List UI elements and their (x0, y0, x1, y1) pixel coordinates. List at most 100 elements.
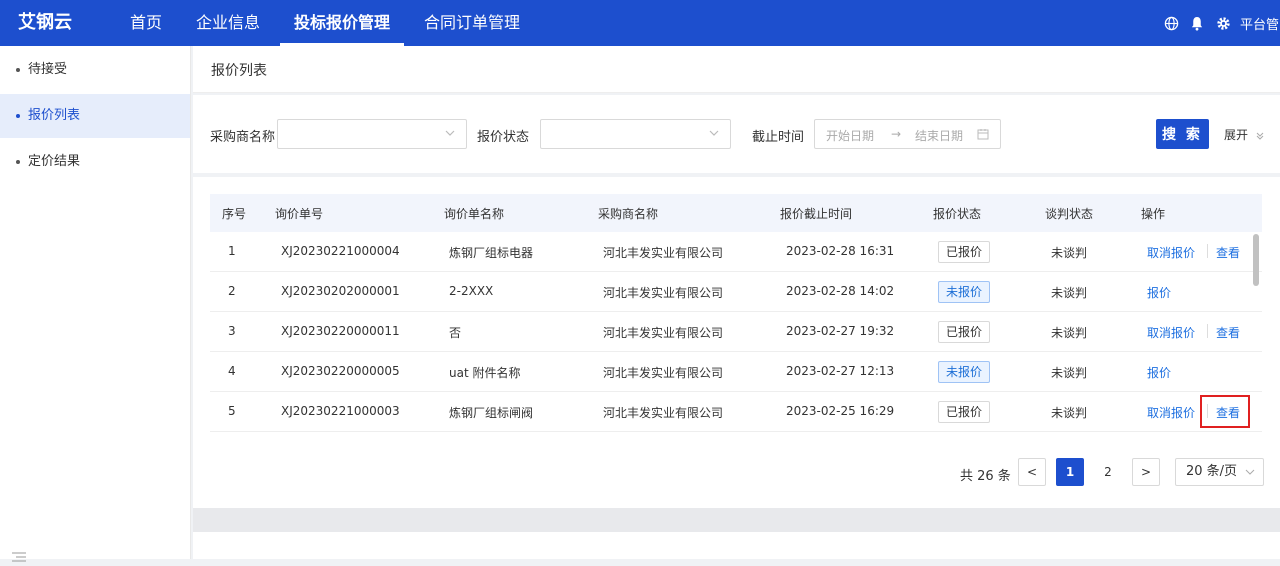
double-chevron-down-icon (1256, 132, 1264, 140)
sidebar-item-label: 报价列表 (28, 108, 81, 123)
purchaser-label: 采购商名称 (210, 130, 276, 145)
cell-inquiry-no: XJ20230221000004 (281, 244, 400, 258)
nav-right-tools: 平台管... (1162, 0, 1280, 46)
next-page-button[interactable]: > (1132, 458, 1160, 486)
cell-buyer: 河北丰发实业有限公司 (603, 246, 724, 260)
table-scrollbar[interactable] (1251, 232, 1262, 437)
col-buyer: 采购商名称 (598, 207, 659, 221)
cell-seq: 4 (228, 364, 236, 378)
total-count: 共 26 条 (960, 469, 1011, 484)
page-size-select[interactable]: 20 条/页 (1175, 458, 1264, 486)
content-footer-band (193, 508, 1280, 532)
nav-bid-quote-management[interactable]: 投标报价管理 (280, 0, 405, 46)
globe-icon[interactable] (1162, 14, 1180, 32)
cell-seq: 2 (228, 284, 236, 298)
view-link[interactable]: 查看 (1216, 324, 1240, 341)
quote-table-card: 序号 询价单号 询价单名称 采购商名称 报价截止时间 报价状态 谈判状态 操作 … (193, 177, 1280, 508)
quote-status-badge: 未报价 (938, 281, 991, 303)
purchaser-select[interactable] (277, 119, 467, 149)
cell-inquiry-no: XJ20230220000011 (281, 324, 400, 338)
brand-logo[interactable]: 艾钢云 (0, 0, 116, 46)
cell-deadline: 2023-02-28 14:02 (786, 284, 895, 298)
sidebar-item-pending[interactable]: 待接受 (0, 48, 190, 92)
cell-inquiry-no: XJ20230221000003 (281, 404, 400, 418)
table-row: 1 XJ20230221000004 炼钢厂组标电器 河北丰发实业有限公司 20… (210, 232, 1262, 272)
sidebar-item-pricing-result[interactable]: 定价结果 (0, 140, 190, 184)
highlight-box (1200, 395, 1250, 428)
cell-deadline: 2023-02-27 12:13 (786, 364, 895, 378)
quote-link[interactable]: 报价 (1147, 364, 1171, 381)
table-row: 5 XJ20230221000003 炼钢厂组标闸阀 河北丰发实业有限公司 20… (210, 392, 1262, 432)
bell-icon[interactable] (1188, 14, 1206, 32)
expand-toggle[interactable]: 展开 (1224, 126, 1265, 143)
col-deadline: 报价截止时间 (780, 207, 853, 221)
quote-status-badge: 已报价 (938, 321, 991, 343)
cell-nego-status: 未谈判 (1051, 406, 1088, 420)
page-1-button[interactable]: 1 (1056, 458, 1084, 486)
start-date-input[interactable]: 开始日期 (826, 127, 874, 144)
quote-status-select[interactable] (540, 119, 731, 149)
content-bottom (193, 532, 1280, 559)
page-2-button[interactable]: 2 (1096, 458, 1120, 486)
deadline-date-range[interactable]: 开始日期 → 结束日期 (814, 119, 1001, 149)
quote-status-badge: 已报价 (938, 241, 991, 263)
chevron-down-icon (445, 130, 455, 136)
sidebar-item-quote-list[interactable]: 报价列表 (0, 94, 190, 138)
sidebar-item-label: 待接受 (28, 62, 68, 77)
quote-status-label: 报价状态 (477, 130, 530, 145)
cancel-quote-link[interactable]: 取消报价 (1147, 324, 1195, 341)
cell-buyer: 河北丰发实业有限公司 (603, 366, 724, 380)
search-button[interactable]: 搜 索 (1156, 119, 1209, 149)
cell-inquiry-no: XJ20230202000001 (281, 284, 400, 298)
action-divider (1207, 244, 1208, 258)
nav-home[interactable]: 首页 (116, 0, 176, 46)
cell-deadline: 2023-02-27 19:32 (786, 324, 895, 338)
cancel-quote-link[interactable]: 取消报价 (1147, 404, 1195, 421)
range-arrow: → (891, 127, 902, 141)
scrollbar-thumb[interactable] (1253, 234, 1259, 286)
cell-deadline: 2023-02-25 16:29 (786, 404, 895, 418)
top-navbar: 艾钢云 首页 企业信息 投标报价管理 合同订单管理 平台管... (0, 0, 1280, 46)
table-header: 序号 询价单号 询价单名称 采购商名称 报价截止时间 报价状态 谈判状态 操作 (210, 194, 1262, 232)
expand-label: 展开 (1224, 128, 1249, 142)
cell-inquiry-name: 炼钢厂组标闸阀 (449, 406, 534, 420)
cell-inquiry-name: 否 (449, 326, 462, 340)
nav-contract-order-management[interactable]: 合同订单管理 (410, 0, 534, 46)
cell-nego-status: 未谈判 (1051, 366, 1088, 380)
nav-company-info[interactable]: 企业信息 (182, 0, 274, 46)
filter-bar: 采购商名称 报价状态 截止时间 开始日期 → 结束日期 搜 索 展开 (193, 95, 1280, 173)
cell-seq: 3 (228, 324, 236, 338)
gear-icon[interactable] (1214, 14, 1232, 32)
cell-seq: 1 (228, 244, 236, 258)
cell-inquiry-name: 2-2XXX (449, 284, 494, 298)
prev-page-button[interactable]: < (1018, 458, 1046, 486)
cancel-quote-link[interactable]: 取消报价 (1147, 244, 1195, 261)
cell-nego-status: 未谈判 (1051, 246, 1088, 260)
page-size-value: 20 条/页 (1186, 464, 1238, 479)
page-header: 报价列表 (193, 46, 1280, 93)
calendar-icon (977, 129, 989, 140)
col-actions: 操作 (1141, 207, 1166, 221)
deadline-label: 截止时间 (752, 130, 805, 145)
cell-deadline: 2023-02-28 16:31 (786, 244, 895, 258)
col-quote-status: 报价状态 (933, 207, 982, 221)
page-title: 报价列表 (211, 63, 267, 79)
cell-buyer: 河北丰发实业有限公司 (603, 286, 724, 300)
view-link[interactable]: 查看 (1216, 244, 1240, 261)
cell-nego-status: 未谈判 (1051, 286, 1088, 300)
bullet-icon (16, 113, 20, 118)
cell-seq: 5 (228, 404, 236, 418)
col-nego-status: 谈判状态 (1045, 207, 1094, 221)
menu-collapse-icon[interactable] (12, 547, 26, 562)
quote-status-badge: 已报价 (938, 401, 991, 423)
col-seq: 序号 (222, 207, 247, 221)
cell-buyer: 河北丰发实业有限公司 (603, 406, 724, 420)
cell-inquiry-name: 炼钢厂组标电器 (449, 246, 534, 260)
quote-link[interactable]: 报价 (1147, 284, 1171, 301)
col-inquiry-name: 询价单名称 (444, 207, 505, 221)
sidebar: 待接受 报价列表 定价结果 (0, 46, 191, 562)
user-menu[interactable]: 平台管... (1240, 14, 1280, 33)
table-row: 4 XJ20230220000005 uat 附件名称 河北丰发实业有限公司 2… (210, 352, 1262, 392)
end-date-input[interactable]: 结束日期 (915, 127, 963, 144)
chevron-down-icon (1245, 469, 1255, 475)
